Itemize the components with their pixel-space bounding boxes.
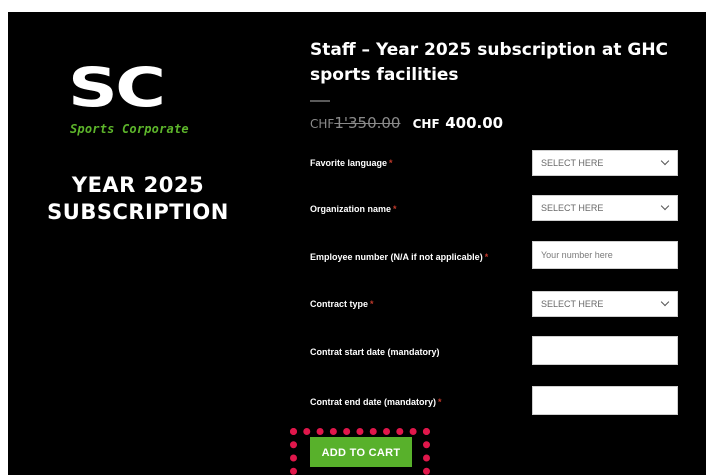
organization-name-label: Organization name * — [310, 204, 397, 214]
organization-name-select[interactable]: SELECT HERE — [532, 195, 678, 221]
promo-title: YEAR 2025 SUBSCRIPTION — [47, 173, 229, 224]
required-mark: * — [370, 299, 374, 309]
old-price: CHF1'350.00 — [310, 114, 405, 132]
contract-start-date-label-text: Contrat start date (mandatory) — [310, 347, 440, 357]
contract-type-select[interactable]: SELECT HERE — [532, 291, 678, 317]
title-divider — [310, 100, 330, 102]
sports-corporate-logo: SC Sports Corporate — [68, 61, 198, 144]
contract-end-date-input[interactable] — [532, 386, 678, 415]
employee-number-input[interactable]: Your number here — [532, 241, 678, 269]
contract-type-label: Contract type * — [310, 299, 374, 309]
logo-tagline: Sports Corporate — [70, 122, 189, 136]
organization-name-label-text: Organization name — [310, 204, 392, 214]
required-mark: * — [484, 252, 489, 262]
product-panel: SC Sports Corporate YEAR 2025 SUBSCRIPTI… — [8, 12, 706, 475]
contract-type-value: SELECT HERE — [541, 299, 604, 309]
favorite-language-select[interactable]: SELECT HERE — [532, 150, 678, 176]
new-price-amount: 400.00 — [445, 114, 504, 132]
product-title: Staff – Year 2025 subscription at GHC sp… — [310, 40, 669, 85]
add-to-cart-button[interactable]: ADD TO CART — [310, 437, 412, 467]
chevron-down-icon — [660, 297, 670, 307]
logo-letters: SC — [68, 56, 166, 119]
required-mark: * — [438, 397, 442, 407]
favorite-language-value: SELECT HERE — [541, 158, 604, 168]
price-row: CHF1'350.00 CHF 400.00 — [310, 113, 503, 132]
required-mark: * — [389, 158, 393, 168]
new-price: CHF 400.00 — [413, 113, 504, 132]
required-mark: * — [393, 204, 397, 214]
new-price-currency: CHF — [412, 117, 440, 131]
favorite-language-label-text: Favorite language — [310, 158, 388, 168]
favorite-language-label: Favorite language * — [310, 158, 393, 168]
chevron-down-icon — [660, 156, 670, 166]
employee-number-placeholder: Your number here — [541, 250, 613, 260]
employee-number-label-text: Employee number (N/A if not applicable) — [310, 252, 483, 262]
contract-type-label-text: Contract type — [310, 299, 369, 309]
contract-start-date-label: Contrat start date (mandatory) — [310, 347, 442, 357]
employee-number-label: Employee number (N/A if not applicable) * — [310, 252, 488, 262]
old-price-currency: CHF — [310, 117, 335, 131]
contract-end-date-label: Contrat end date (mandatory) * — [310, 397, 442, 407]
chevron-down-icon — [660, 201, 670, 211]
organization-name-value: SELECT HERE — [541, 203, 604, 213]
contract-start-date-input[interactable] — [532, 336, 678, 365]
old-price-amount: 1'350.00 — [334, 114, 401, 132]
contract-end-date-label-text: Contrat end date (mandatory) — [310, 397, 437, 407]
